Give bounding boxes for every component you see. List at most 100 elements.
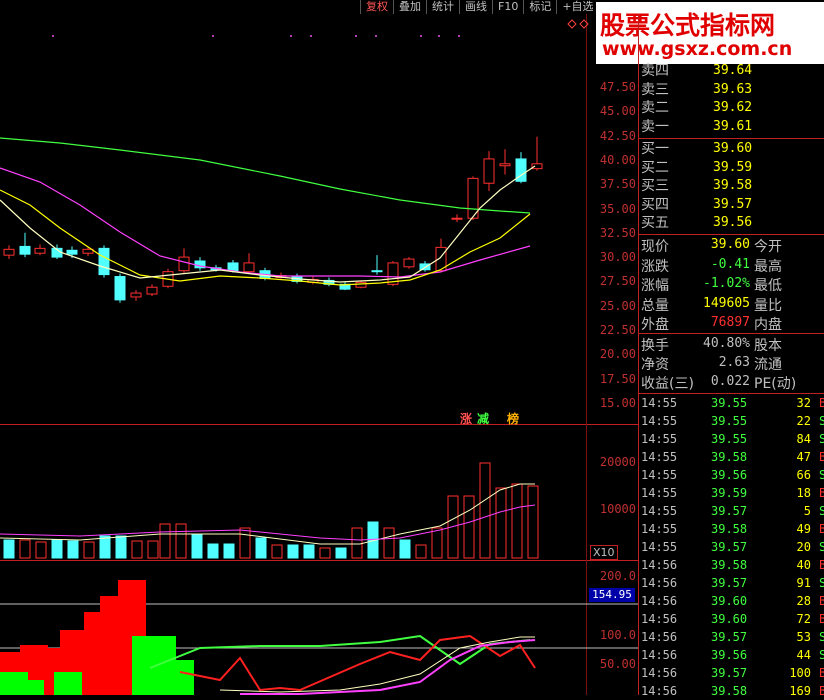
indicator-green-line xyxy=(149,634,531,669)
top-marker xyxy=(375,35,377,37)
bid-price: 39.58 xyxy=(713,178,753,193)
volume-bar xyxy=(495,487,507,559)
tick-row: 14:55 39.58 49 B xyxy=(641,520,824,538)
price-axis-tick: 42.50 xyxy=(599,128,636,143)
volume-bar xyxy=(399,539,411,559)
candle-body xyxy=(227,262,239,272)
bid-label: 买三 xyxy=(641,178,669,194)
tick-volume: 18 xyxy=(796,486,811,500)
ask-price: 39.64 xyxy=(713,63,753,78)
ask-label: 卖三 xyxy=(641,81,669,98)
tick-time: 14:55 xyxy=(641,396,678,410)
tick-side: B xyxy=(819,612,824,626)
indicator-current-value: 154.95 xyxy=(589,588,635,602)
tick-price: 39.58 xyxy=(711,450,748,464)
quote-label: 净资 xyxy=(641,357,669,373)
ask-label: 卖四 xyxy=(641,63,669,79)
indicator-axis-tick: 100.0 xyxy=(599,628,636,642)
orderbook-separator xyxy=(639,234,824,235)
volume-bar xyxy=(131,540,143,559)
tick-price: 39.60 xyxy=(711,612,748,626)
quote-value: 2.63 xyxy=(718,355,750,370)
volume-bar xyxy=(83,541,95,559)
ask-row: 卖四 39.64 xyxy=(641,62,824,80)
tick-side: B xyxy=(819,450,824,464)
top-marker xyxy=(290,35,292,37)
ask-price: 39.62 xyxy=(713,100,753,115)
tick-price: 39.58 xyxy=(711,522,748,536)
candle-body xyxy=(98,247,110,276)
tick-row: 14:56 39.58 169 B xyxy=(641,682,824,700)
volume-bar xyxy=(463,495,475,559)
tick-row: 14:55 39.55 84 S xyxy=(641,430,824,448)
volume-bar xyxy=(147,540,159,559)
volume-bar xyxy=(303,544,315,559)
top-marker xyxy=(212,35,214,37)
price-axis-tick: 35.00 xyxy=(599,201,636,216)
tick-side: S xyxy=(819,468,824,482)
volume-bar xyxy=(35,541,47,559)
candle-body xyxy=(531,163,543,170)
tick-row: 14:55 39.58 47 B xyxy=(641,448,824,466)
volume-bar xyxy=(239,527,251,559)
price-axis-tick: 45.00 xyxy=(599,104,636,119)
volume-bar xyxy=(511,483,523,559)
tick-price: 39.57 xyxy=(711,576,748,590)
ask-price: 39.61 xyxy=(713,118,753,134)
tick-volume: 47 xyxy=(796,450,811,464)
volume-bar xyxy=(255,537,267,559)
volume-bar xyxy=(99,535,111,559)
tick-time: 14:55 xyxy=(641,486,678,500)
tick-row: 14:56 39.57 100 B xyxy=(641,664,824,682)
tick-side: S xyxy=(819,414,824,428)
bid-row: 买二 39.59 xyxy=(641,159,824,177)
candle-body xyxy=(19,245,31,255)
volume-bar xyxy=(67,540,79,559)
top-marker xyxy=(52,35,54,37)
bid-label: 买一 xyxy=(641,141,669,157)
quote-label: 涨幅 xyxy=(641,278,669,294)
tick-price: 39.58 xyxy=(711,558,748,572)
candle-body xyxy=(451,217,463,220)
tick-row: 14:56 39.57 53 S xyxy=(641,628,824,646)
tick-volume: 100 xyxy=(789,666,811,680)
main-chart[interactable] xyxy=(0,0,638,695)
ask-row: 卖三 39.63 xyxy=(641,81,824,99)
volume-bar xyxy=(271,544,283,559)
tick-volume: 32 xyxy=(796,396,811,410)
top-marker xyxy=(310,35,312,37)
candle-body xyxy=(146,286,158,295)
quote-value: 39.60 xyxy=(710,237,750,252)
tick-price: 39.55 xyxy=(711,414,748,428)
quote-value: 76897 xyxy=(710,315,750,330)
volume-bar xyxy=(207,543,219,559)
bang-chip[interactable]: 榜 xyxy=(507,410,519,427)
indicator-axis-tick: 50.00 xyxy=(599,657,636,671)
tick-price: 39.57 xyxy=(711,504,748,518)
tick-time: 14:56 xyxy=(641,630,678,644)
tick-price: 39.57 xyxy=(711,540,748,554)
price-axis-tick: 32.50 xyxy=(599,225,636,240)
quote-value: 0.022 xyxy=(710,374,750,389)
tick-row: 14:56 39.57 91 S xyxy=(641,574,824,592)
candle-body xyxy=(483,158,495,184)
zhang-chip[interactable]: 涨 xyxy=(460,410,472,427)
panel-divider xyxy=(638,14,639,695)
tick-price: 39.56 xyxy=(711,648,748,662)
tick-row: 14:55 39.55 22 S xyxy=(641,412,824,430)
price-axis-tick: 27.50 xyxy=(599,274,636,289)
tick-volume: 49 xyxy=(796,522,811,536)
ma-green-line xyxy=(0,137,531,214)
volume-bar xyxy=(19,539,31,559)
ask-row: 卖二 39.62 xyxy=(641,99,824,117)
volume-axis-tick: 20000 xyxy=(599,455,636,469)
price-axis-tick: 22.50 xyxy=(599,323,636,337)
top-marker xyxy=(438,35,440,37)
tick-price: 39.60 xyxy=(711,594,748,608)
price-axis-tick: 37.50 xyxy=(599,177,636,192)
price-axis-tick: 30.00 xyxy=(599,250,636,265)
tick-time: 14:56 xyxy=(641,684,678,698)
ask-row: 卖一 39.61 xyxy=(641,118,824,136)
indicator-bar xyxy=(166,660,194,695)
jian-chip[interactable]: 减 xyxy=(477,410,489,427)
